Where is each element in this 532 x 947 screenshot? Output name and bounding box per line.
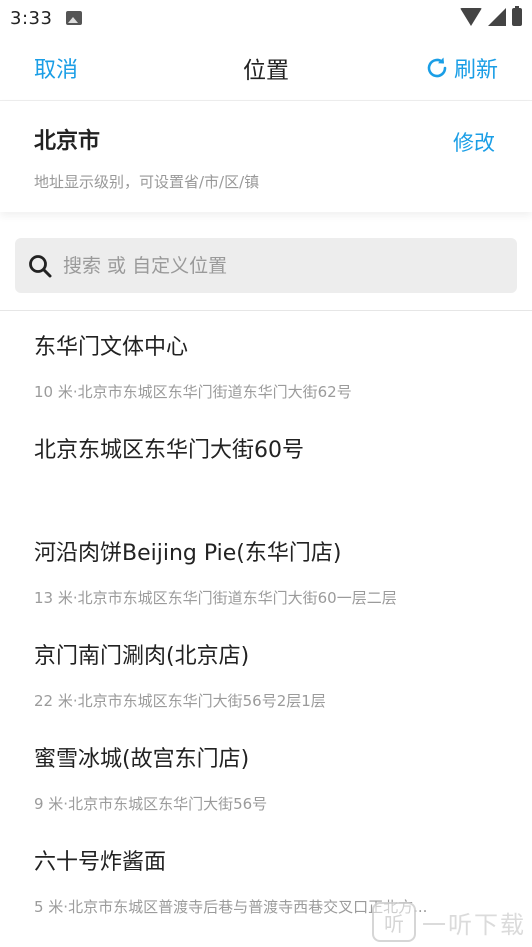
list-item[interactable]: 京门南门涮肉(北京店) 22 米·北京市东城区东华门大街56号2层1层	[0, 620, 532, 723]
place-address: 10 米·北京市东城区东华门街道东华门大街62号	[34, 383, 352, 401]
search-box[interactable]	[15, 238, 517, 293]
list-item[interactable]: 东华门文体中心 10 米·北京市东城区东华门街道东华门大街62号	[0, 311, 532, 414]
wifi-icon	[460, 8, 482, 26]
status-time: 3:33	[10, 7, 53, 29]
refresh-button[interactable]: 刷新	[424, 52, 498, 84]
place-name: 河沿肉饼Beijing Pie(东华门店)	[34, 541, 342, 566]
current-city: 北京市	[34, 129, 101, 154]
place-name: 六十号炸酱面	[34, 850, 167, 875]
refresh-label: 刷新	[453, 58, 498, 83]
location-level-hint: 地址显示级别，可设置省/市/区/镇	[34, 173, 260, 191]
battery-icon	[512, 6, 522, 26]
list-item[interactable]: 北京东城区东华门大街60号	[0, 414, 532, 517]
search-section	[0, 238, 532, 293]
place-name: 北京东城区东华门大街60号	[34, 438, 304, 463]
place-list: 东华门文体中心 10 米·北京市东城区东华门街道东华门大街62号 北京东城区东华…	[0, 311, 532, 929]
search-icon	[29, 254, 52, 277]
section-gap	[0, 212, 532, 238]
edit-location-button[interactable]: 修改	[453, 127, 495, 157]
watermark: 听 一听下载	[372, 897, 532, 947]
list-item[interactable]: 河沿肉饼Beijing Pie(东华门店) 13 米·北京市东城区东华门街道东华…	[0, 517, 532, 620]
place-name: 京门南门涮肉(北京店)	[34, 644, 250, 669]
watermark-logo-icon: 听	[372, 902, 416, 942]
place-name: 东华门文体中心	[34, 335, 189, 360]
watermark-text: 一听下载	[422, 910, 526, 939]
place-address: 9 米·北京市东城区东华门大街56号	[34, 795, 268, 813]
refresh-icon	[427, 57, 447, 78]
search-input[interactable]	[63, 254, 463, 277]
title-bar: 取消 位置 刷新	[0, 36, 532, 100]
cancel-button[interactable]: 取消	[34, 52, 78, 84]
place-address: 13 米·北京市东城区东华门街道东华门大街60一层二层	[34, 589, 397, 607]
location-picker-screen: 3:33 取消 位置 刷新 北京市 地址显示级别，可设置省/市/区/镇 修改 搜…	[0, 0, 532, 947]
signal-icon	[488, 8, 506, 26]
list-item[interactable]: 蜜雪冰城(故宫东门店) 9 米·北京市东城区东华门大街56号	[0, 723, 532, 826]
status-icons	[460, 6, 522, 26]
place-address: 22 米·北京市东城区东华门大街56号2层1层	[34, 692, 326, 710]
place-name: 蜜雪冰城(故宫东门店)	[34, 747, 250, 772]
current-location-card: 北京市 地址显示级别，可设置省/市/区/镇 修改	[0, 101, 532, 212]
photo-icon	[66, 11, 83, 25]
status-bar: 3:33	[0, 0, 532, 36]
